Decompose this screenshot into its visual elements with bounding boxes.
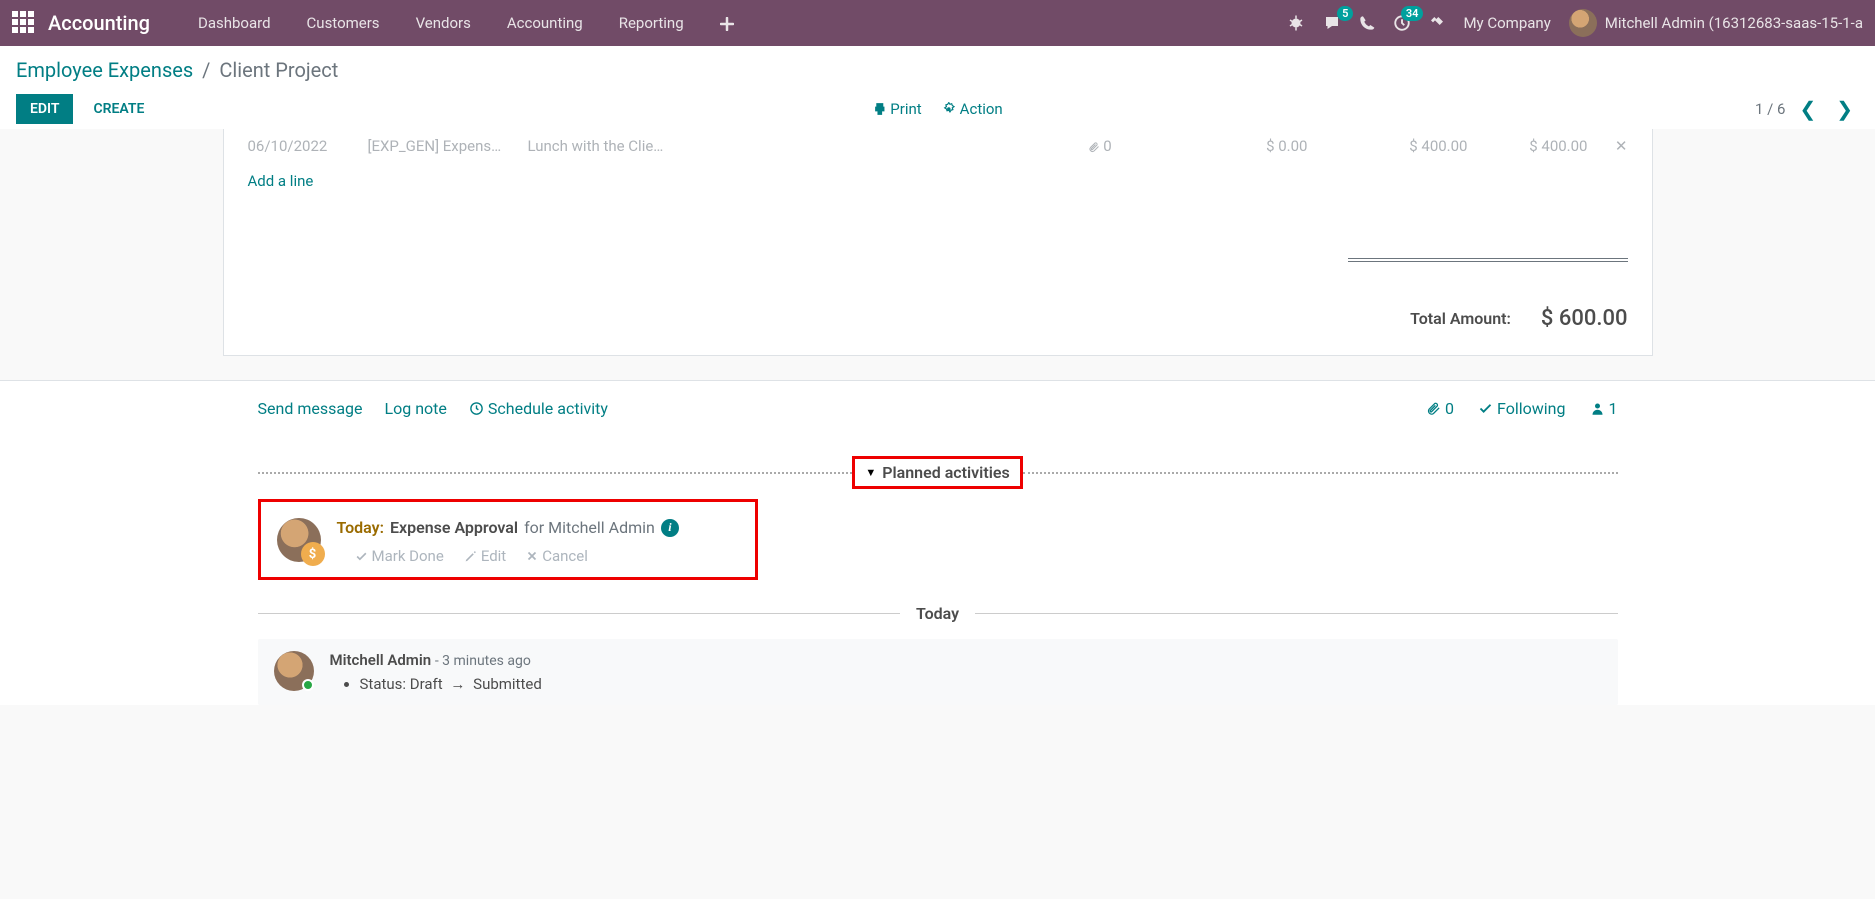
add-line-link[interactable]: Add a line xyxy=(248,164,1628,198)
pager-counter[interactable]: 1 / 6 xyxy=(1755,100,1786,118)
check-icon xyxy=(355,550,368,563)
planned-activities-divider: ▼ Planned activities xyxy=(258,456,1618,489)
breadcrumb-parent[interactable]: Employee Expenses xyxy=(16,58,193,82)
message-avatar[interactable] xyxy=(274,651,314,691)
planned-activities-toggle[interactable]: ▼ Planned activities xyxy=(852,456,1022,489)
expense-attachments: 0 xyxy=(1088,137,1148,155)
messaging-badge: 5 xyxy=(1337,6,1353,21)
menu-accounting[interactable]: Accounting xyxy=(489,0,601,46)
check-icon xyxy=(1478,401,1493,416)
expense-date: 06/10/2022 xyxy=(248,137,368,155)
presence-indicator xyxy=(302,679,314,691)
user-name: Mitchell Admin (16312683-saas-15-1-a xyxy=(1605,14,1863,32)
main-menu: Dashboard Customers Vendors Accounting R… xyxy=(180,0,752,46)
print-button[interactable]: Print xyxy=(872,100,921,118)
caret-down-icon: ▼ xyxy=(865,466,876,479)
control-panel: Employee Expenses / Client Project EDIT … xyxy=(0,46,1875,135)
pager-prev[interactable]: ❮ xyxy=(1793,97,1822,121)
followers-count[interactable]: 1 xyxy=(1590,399,1618,418)
following-button[interactable]: Following xyxy=(1478,399,1565,418)
total-amount-value: $ 600.00 xyxy=(1541,306,1628,331)
breadcrumb: Employee Expenses / Client Project xyxy=(16,58,1859,82)
activities-icon[interactable]: 34 xyxy=(1393,14,1411,32)
message-author[interactable]: Mitchell Admin xyxy=(330,651,432,669)
action-label: Action xyxy=(960,100,1003,118)
paperclip-icon xyxy=(1088,141,1100,153)
activities-badge: 34 xyxy=(1401,6,1424,21)
top-navbar: Accounting Dashboard Customers Vendors A… xyxy=(0,0,1875,46)
menu-add[interactable] xyxy=(702,0,752,46)
status-change-line: Status: Draft → Submitted xyxy=(360,675,1602,693)
app-brand[interactable]: Accounting xyxy=(48,11,150,35)
clock-icon xyxy=(469,401,484,416)
delete-line-icon[interactable]: ✕ xyxy=(1588,137,1628,155)
activity-due-label: Today: xyxy=(337,518,384,537)
today-divider: Today xyxy=(258,604,1618,623)
pager-next[interactable]: ❯ xyxy=(1830,97,1859,121)
paperclip-icon xyxy=(1426,401,1441,416)
phone-icon[interactable] xyxy=(1359,15,1375,31)
activity-avatar[interactable]: $ xyxy=(277,518,321,562)
breadcrumb-separator: / xyxy=(202,58,210,82)
expense-description: Lunch with the Clie… xyxy=(528,137,708,155)
print-label: Print xyxy=(890,100,921,118)
user-icon xyxy=(1590,401,1605,416)
close-icon xyxy=(526,550,538,562)
schedule-activity-tab[interactable]: Schedule activity xyxy=(469,399,608,418)
pencil-icon xyxy=(464,550,477,563)
messaging-icon[interactable]: 5 xyxy=(1323,14,1341,32)
log-message: Mitchell Admin - 3 minutes ago Status: D… xyxy=(258,639,1618,705)
activity-assignee: for Mitchell Admin xyxy=(524,518,655,537)
gear-icon xyxy=(942,102,956,116)
activity-type-icon: $ xyxy=(301,542,325,566)
log-note-tab[interactable]: Log note xyxy=(385,399,447,418)
mark-done-button[interactable]: Mark Done xyxy=(355,547,444,565)
chatter: Send message Log note Schedule activity … xyxy=(0,380,1875,705)
cancel-activity-button[interactable]: Cancel xyxy=(526,547,588,565)
expense-subtotal: $ 400.00 xyxy=(1308,137,1468,155)
edit-activity-button[interactable]: Edit xyxy=(464,547,506,565)
expense-unit-price: $ 0.00 xyxy=(1148,137,1308,155)
user-menu[interactable]: Mitchell Admin (16312683-saas-15-1-a xyxy=(1569,9,1863,37)
expense-line-row[interactable]: 06/10/2022 [EXP_GEN] Expens… Lunch with … xyxy=(248,129,1628,164)
activity-card: $ Today: Expense Approval for Mitchell A… xyxy=(258,499,758,580)
menu-dashboard[interactable]: Dashboard xyxy=(180,0,289,46)
tools-icon[interactable] xyxy=(1429,15,1445,31)
expense-total: $ 400.00 xyxy=(1468,137,1588,155)
planned-activities-label: Planned activities xyxy=(882,463,1010,482)
menu-customers[interactable]: Customers xyxy=(289,0,398,46)
action-button[interactable]: Action xyxy=(942,100,1003,118)
print-icon xyxy=(872,102,886,116)
breadcrumb-current: Client Project xyxy=(219,58,338,82)
arrow-right-icon: → xyxy=(450,675,465,693)
send-message-tab[interactable]: Send message xyxy=(258,399,363,418)
activity-title[interactable]: Expense Approval xyxy=(390,518,518,537)
apps-icon[interactable] xyxy=(12,11,36,35)
message-time: - 3 minutes ago xyxy=(435,653,531,669)
today-label: Today xyxy=(900,604,975,623)
edit-button[interactable]: EDIT xyxy=(16,94,73,124)
info-icon[interactable]: i xyxy=(661,519,679,537)
total-amount-label: Total Amount: xyxy=(1410,309,1511,328)
form-sheet: 06/10/2022 [EXP_GEN] Expens… Lunch with … xyxy=(223,129,1653,356)
debug-icon[interactable] xyxy=(1287,14,1305,32)
company-switcher[interactable]: My Company xyxy=(1463,14,1550,32)
menu-vendors[interactable]: Vendors xyxy=(398,0,489,46)
user-avatar xyxy=(1569,9,1597,37)
expense-product: [EXP_GEN] Expens… xyxy=(368,137,528,155)
create-button[interactable]: CREATE xyxy=(85,94,152,124)
menu-reporting[interactable]: Reporting xyxy=(601,0,702,46)
attachments-count[interactable]: 0 xyxy=(1426,399,1454,418)
